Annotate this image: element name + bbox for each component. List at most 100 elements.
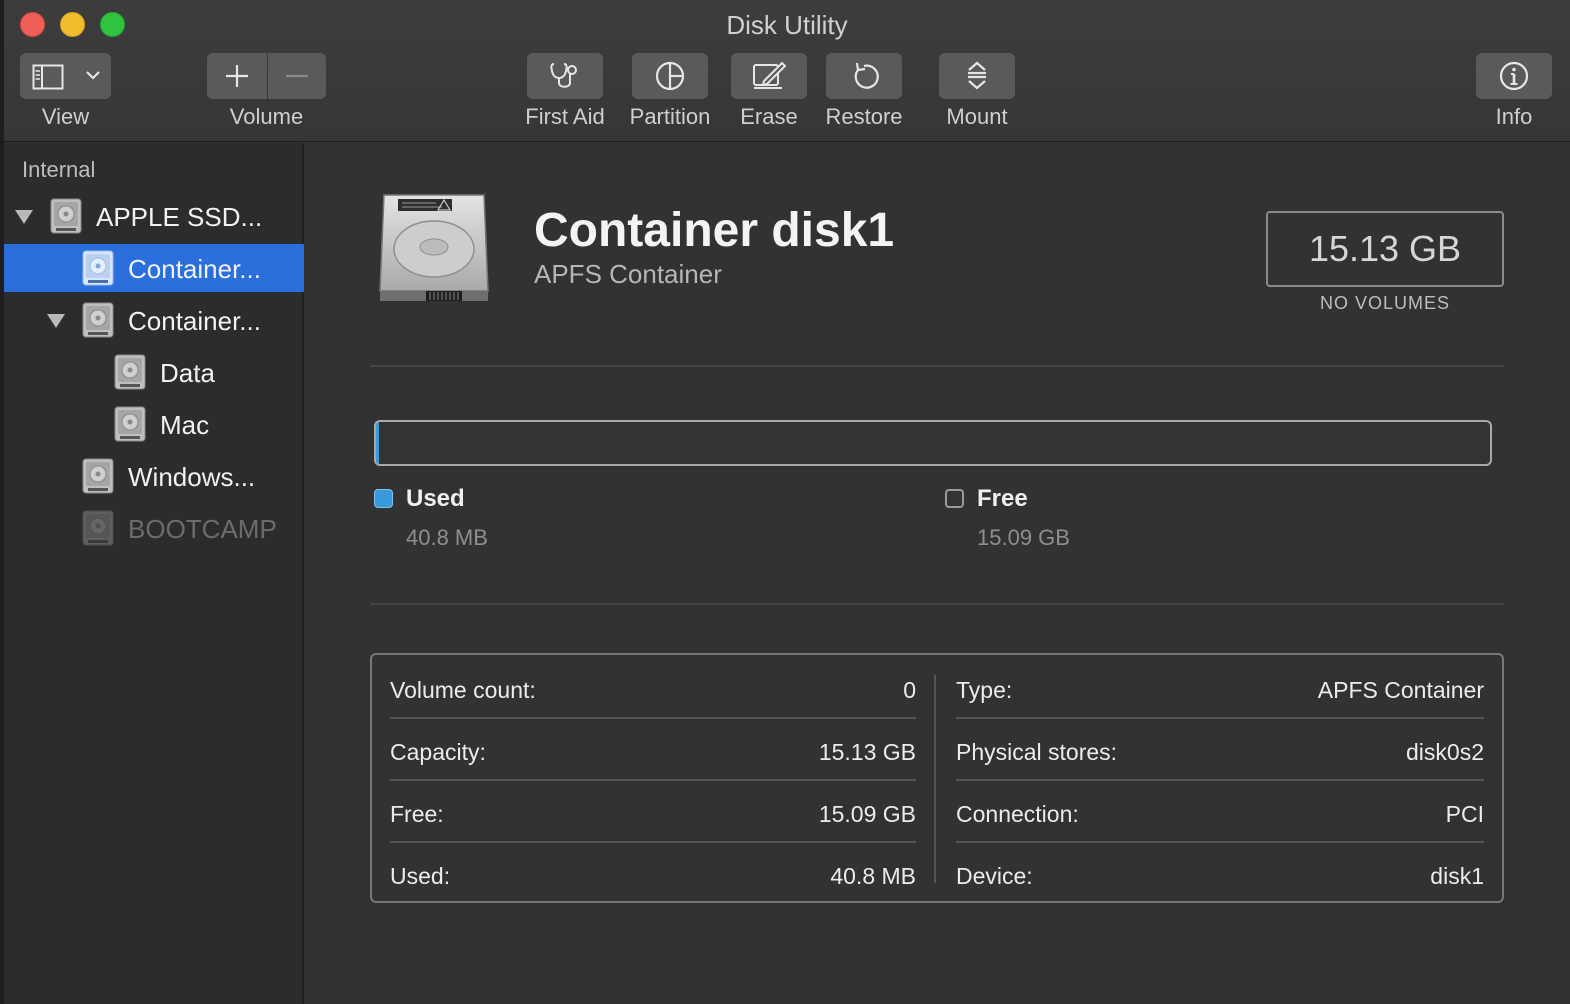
info-row: Volume count: 0 — [372, 657, 934, 719]
capacity-box: 15.13 GB — [1266, 211, 1504, 287]
info-button[interactable] — [1476, 53, 1552, 99]
erase-pencil-icon — [752, 61, 786, 91]
info-row: Device: disk1 — [938, 843, 1502, 905]
divider — [370, 603, 1504, 605]
sidebar-item-label: BOOTCAMP — [128, 514, 277, 544]
container-disk-icon — [82, 250, 114, 291]
disclosure-triangle-icon[interactable] — [15, 210, 33, 224]
info-key: Used: — [390, 863, 451, 889]
restore-label: Restore — [825, 104, 903, 129]
sidebar-item-mac[interactable]: Mac — [4, 400, 304, 448]
disk-utility-window: Disk Utility View Volume First Aid Parti… — [4, 0, 1570, 1004]
info-column-left: Volume count: 0 Capacity: 15.13 GB Free:… — [372, 655, 934, 901]
usage-bar — [374, 420, 1492, 466]
info-key: Physical stores: — [956, 739, 1118, 765]
info-value: disk0s2 — [1406, 739, 1484, 765]
divider — [370, 365, 1504, 367]
info-value: 0 — [903, 677, 916, 703]
minus-icon — [284, 63, 310, 89]
info-key: Free: — [390, 801, 444, 827]
erase-label: Erase — [740, 104, 798, 129]
restore-arrow-icon — [849, 61, 879, 91]
column-divider — [934, 675, 936, 883]
toolbar: Disk Utility View Volume First Aid Parti… — [4, 0, 1570, 142]
volume-disk-icon — [114, 406, 146, 447]
info-table: Volume count: 0 Capacity: 15.13 GB Free:… — [370, 653, 1504, 903]
info-key: Type: — [956, 677, 1013, 703]
sidebar-item-windows[interactable]: Windows... — [4, 452, 304, 500]
info-key: Connection: — [956, 801, 1079, 827]
mount-label: Mount — [946, 104, 1008, 129]
info-key: Capacity: — [390, 739, 486, 765]
sidebar-item-label: Mac — [160, 410, 210, 440]
info-row: Free: 15.09 GB — [372, 781, 934, 843]
used-value: 40.8 MB — [406, 525, 488, 550]
mount-icon — [964, 60, 990, 92]
plus-icon — [224, 63, 250, 89]
capacity-value: 15.13 GB — [1308, 228, 1462, 269]
info-key: Volume count: — [390, 677, 536, 703]
internal-disk-icon — [50, 198, 82, 239]
remove-volume-button[interactable] — [268, 53, 326, 99]
info-row: Capacity: 15.13 GB — [372, 719, 934, 781]
sidebar-toggle-icon — [32, 64, 64, 90]
info-row: Type: APFS Container — [938, 657, 1502, 719]
used-swatch — [374, 489, 393, 508]
partition-label: Partition — [629, 104, 711, 129]
page-subtitle: APFS Container — [534, 259, 722, 289]
view-label: View — [41, 104, 90, 129]
info-value: 15.13 GB — [818, 739, 916, 765]
info-value: 40.8 MB — [830, 863, 916, 889]
sidebar-section-internal: Internal — [22, 157, 96, 182]
free-value: 15.09 GB — [977, 525, 1070, 550]
info-key: Device: — [956, 863, 1033, 889]
volume-disk-icon — [82, 458, 114, 499]
sidebar-item-data[interactable]: Data — [4, 348, 304, 396]
volume-label: Volume — [229, 104, 304, 129]
first-aid-button[interactable] — [527, 53, 603, 99]
info-value: PCI — [1445, 801, 1484, 827]
info-value: APFS Container — [1317, 677, 1484, 703]
volume-disk-icon — [82, 510, 114, 551]
used-label: Used — [406, 485, 465, 512]
sidebar-item-label: Container... — [128, 306, 261, 336]
first-aid-label: First Aid — [525, 104, 605, 129]
sidebar-item-apple-ssd[interactable]: APPLE SSD... — [4, 192, 304, 240]
detail-pane: Container disk1 APFS Container 15.13 GB … — [306, 143, 1570, 1004]
mount-button[interactable] — [939, 53, 1015, 99]
pie-chart-icon — [654, 60, 686, 92]
info-icon — [1498, 60, 1530, 92]
info-row: Used: 40.8 MB — [372, 843, 934, 905]
volumes-note: NO VOLUMES — [1319, 293, 1451, 313]
info-row: Physical stores: disk0s2 — [938, 719, 1502, 781]
hard-drive-icon — [376, 191, 492, 314]
sidebar-item-bootcamp[interactable]: BOOTCAMP — [4, 504, 304, 552]
container-disk-icon — [82, 302, 114, 343]
info-column-right: Type: APFS Container Physical stores: di… — [938, 655, 1502, 901]
disclosure-triangle-icon[interactable] — [47, 314, 65, 328]
free-swatch — [945, 489, 964, 508]
info-label: Info — [1495, 104, 1533, 129]
restore-button[interactable] — [826, 53, 902, 99]
volume-disk-icon — [114, 354, 146, 395]
sidebar: Internal APPLE SSD... Container... Conta… — [4, 143, 304, 1004]
info-row: Connection: PCI — [938, 781, 1502, 843]
info-value: disk1 — [1430, 863, 1484, 889]
usage-bar-used-segment — [376, 422, 379, 464]
page-title: Container disk1 — [534, 204, 895, 257]
chevron-down-icon — [85, 68, 101, 82]
sidebar-item-container[interactable]: Container... — [4, 296, 304, 344]
sidebar-item-label: Data — [160, 358, 215, 388]
sidebar-item-label: APPLE SSD... — [96, 202, 263, 232]
sidebar-item-label: Windows... — [128, 462, 256, 492]
free-label: Free — [977, 485, 1028, 512]
sidebar-item-label: Container... — [128, 254, 261, 284]
erase-button[interactable] — [731, 53, 807, 99]
window-title: Disk Utility — [726, 10, 848, 40]
partition-button[interactable] — [632, 53, 708, 99]
view-button[interactable] — [20, 53, 111, 99]
add-volume-button[interactable] — [207, 53, 267, 99]
stethoscope-icon — [548, 61, 582, 91]
sidebar-item-container-selected[interactable]: Container... — [4, 244, 304, 292]
info-value: 15.09 GB — [818, 801, 916, 827]
